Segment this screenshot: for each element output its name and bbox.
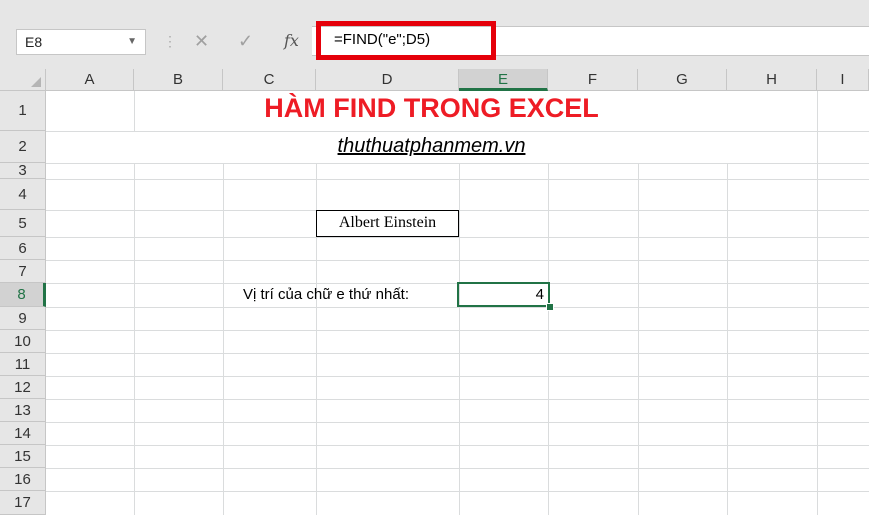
grid-line (46, 330, 869, 331)
grid-line (548, 163, 549, 515)
grid-line (727, 163, 728, 515)
grid-line (46, 491, 869, 492)
row-header-6[interactable]: 6 (0, 237, 46, 260)
active-cell-selection[interactable] (457, 282, 550, 307)
cell-c8-label[interactable]: Vị trí của chữ e thứ nhất: (243, 286, 409, 303)
chevron-down-icon[interactable]: ▼ (127, 36, 137, 47)
column-header-a[interactable]: A (46, 69, 134, 91)
grid-line (46, 307, 869, 308)
row-header-13[interactable]: 13 (0, 399, 46, 422)
grid-line (46, 179, 869, 180)
grid-line (46, 260, 869, 261)
grid-line (134, 163, 135, 515)
select-all-button[interactable] (0, 69, 46, 91)
worksheet-grid[interactable]: A B C D E F G H I 1 2 3 4 5 6 7 8 9 10 1… (0, 69, 869, 515)
row-header-8[interactable]: 8 (0, 283, 46, 307)
column-header-b[interactable]: B (134, 69, 223, 91)
column-header-i[interactable]: I (817, 69, 869, 91)
column-header-e[interactable]: E (459, 69, 548, 91)
cell-d5-value: Albert Einstein (338, 214, 437, 231)
row-header-4[interactable]: 4 (0, 179, 46, 210)
cell-d5[interactable]: Albert Einstein (316, 210, 459, 237)
column-header-c[interactable]: C (223, 69, 316, 91)
row-header-5[interactable]: 5 (0, 210, 46, 237)
row-header-10[interactable]: 10 (0, 330, 46, 353)
grid-line (46, 237, 869, 238)
row-header-1[interactable]: 1 (0, 91, 46, 131)
sheet-title[interactable]: HÀM FIND TRONG EXCEL (46, 93, 817, 124)
grid-line (46, 422, 869, 423)
grid-line (817, 91, 818, 515)
fill-handle[interactable] (546, 303, 554, 311)
column-header-f[interactable]: F (548, 69, 638, 91)
enter-icon[interactable]: ✓ (238, 31, 253, 52)
grid-line (46, 376, 869, 377)
grid-line (46, 353, 869, 354)
row-header-2[interactable]: 2 (0, 131, 46, 163)
name-box[interactable]: E8 ▼ (16, 29, 146, 55)
insert-function-icon[interactable]: fx (284, 31, 299, 50)
row-header-17[interactable]: 17 (0, 491, 46, 515)
row-header-15[interactable]: 15 (0, 445, 46, 468)
row-header-11[interactable]: 11 (0, 353, 46, 376)
name-box-value: E8 (25, 34, 43, 50)
formula-bar: E8 ▼ ⋮ ✕ ✓ fx =FIND("e";D5) (0, 0, 869, 69)
row-header-12[interactable]: 12 (0, 376, 46, 399)
grid-line (46, 445, 869, 446)
column-header-d[interactable]: D (316, 69, 459, 91)
grid-line (46, 468, 869, 469)
row-header-3[interactable]: 3 (0, 163, 46, 179)
row-header-7[interactable]: 7 (0, 260, 46, 283)
grid-line (459, 163, 460, 515)
grid-line (638, 163, 639, 515)
column-header-h[interactable]: H (727, 69, 817, 91)
row-header-9[interactable]: 9 (0, 307, 46, 330)
drag-handle-icon[interactable]: ⋮ (163, 33, 177, 50)
cancel-icon[interactable]: ✕ (194, 31, 209, 52)
grid-line (46, 131, 869, 132)
column-header-g[interactable]: G (638, 69, 727, 91)
formula-highlight-box (316, 21, 496, 60)
row-header-14[interactable]: 14 (0, 422, 46, 445)
grid-line (46, 399, 869, 400)
row-header-16[interactable]: 16 (0, 468, 46, 491)
sheet-subtitle[interactable]: thuthuatphanmem.vn (46, 135, 817, 158)
grid-line (223, 163, 224, 515)
grid-line (46, 163, 869, 164)
